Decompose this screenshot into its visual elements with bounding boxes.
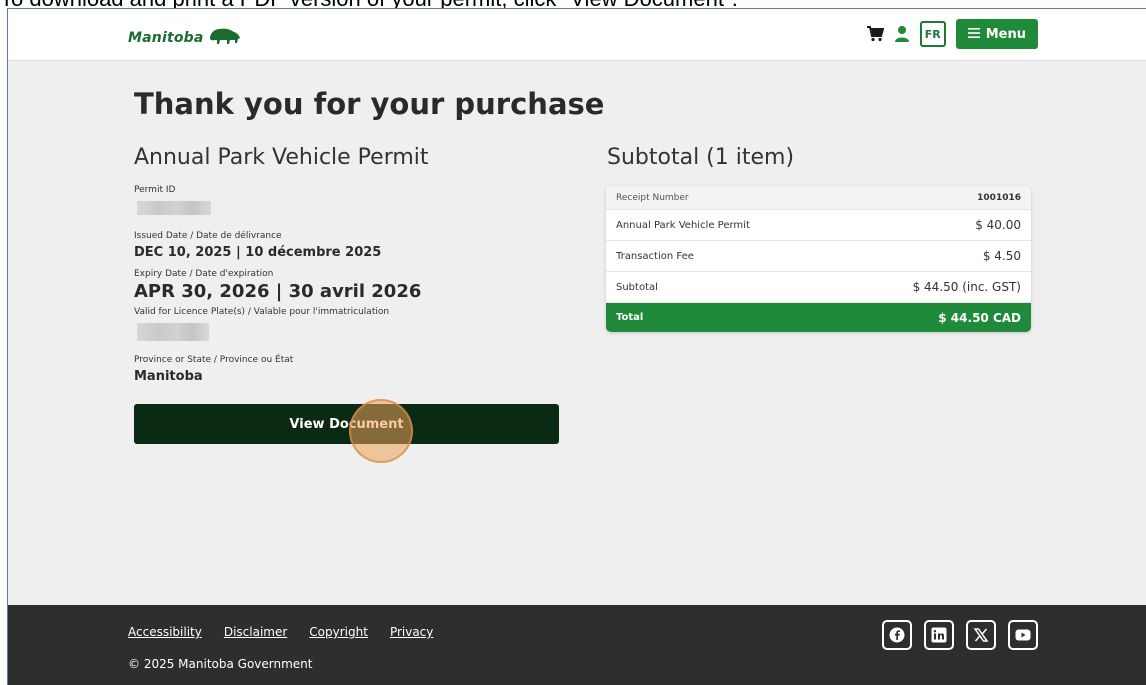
social-links [882, 620, 1038, 650]
copyright-text: © 2025 Manitoba Government [128, 657, 313, 671]
footer-link-privacy[interactable]: Privacy [390, 625, 433, 639]
receipt-number-label: Receipt Number [616, 192, 689, 203]
cart-icon[interactable] [866, 26, 884, 42]
receipt-row: Annual Park Vehicle Permit $ 40.00 [606, 210, 1031, 241]
licence-plate-redacted [137, 323, 209, 341]
receipt-row-label: Annual Park Vehicle Permit [616, 219, 750, 231]
manitoba-logo[interactable]: Manitoba [128, 27, 242, 49]
receipt-number-row: Receipt Number 1001016 [606, 186, 1031, 210]
facebook-icon[interactable] [882, 620, 912, 650]
youtube-icon[interactable] [1008, 620, 1038, 650]
permit-title: Annual Park Vehicle Permit [134, 145, 429, 170]
receipt-row-value: $ 44.50 (inc. GST) [912, 280, 1021, 294]
province-label: Province or State / Province ou État [134, 355, 294, 365]
menu-button[interactable]: Menu [955, 19, 1038, 49]
site-footer: Accessibility Disclaimer Copyright Priva… [8, 605, 1146, 685]
subtotal-title: Subtotal (1 item) [607, 145, 795, 170]
page-title: Thank you for your purchase [134, 87, 605, 121]
receipt-table: Receipt Number 1001016 Annual Park Vehic… [606, 186, 1031, 332]
issued-date-value: DEC 10, 2025 | 10 décembre 2025 [134, 245, 382, 260]
browser-frame: Manitoba FR Menu Thank you for your purc… [7, 8, 1146, 685]
language-toggle-button[interactable]: FR [919, 21, 946, 47]
footer-link-accessibility[interactable]: Accessibility [128, 625, 202, 639]
footer-links: Accessibility Disclaimer Copyright Priva… [128, 625, 433, 639]
receipt-row-label: Subtotal [616, 281, 658, 293]
permit-id-redacted [137, 201, 211, 215]
expiry-date-value: APR 30, 2026 | 30 avril 2026 [134, 281, 422, 302]
receipt-row-value: $ 40.00 [975, 218, 1021, 232]
receipt-total-label: Total [616, 312, 644, 323]
receipt-number-value: 1001016 [977, 192, 1021, 203]
permit-id-label: Permit ID [134, 185, 176, 195]
x-icon[interactable] [966, 620, 996, 650]
menu-label: Menu [985, 26, 1026, 42]
receipt-row: Transaction Fee $ 4.50 [606, 241, 1031, 272]
hamburger-icon [967, 27, 980, 42]
receipt-row-value: $ 4.50 [982, 249, 1021, 263]
receipt-row: Subtotal $ 44.50 (inc. GST) [606, 272, 1031, 303]
receipt-row-label: Transaction Fee [616, 250, 694, 262]
province-value: Manitoba [134, 369, 203, 384]
view-document-button[interactable]: View Document [134, 404, 559, 444]
footer-link-disclaimer[interactable]: Disclaimer [224, 625, 287, 639]
licence-plate-label: Valid for Licence Plate(s) / Valable pou… [134, 307, 390, 317]
logo-text: Manitoba [128, 30, 204, 46]
header-actions: FR Menu [866, 19, 1038, 49]
user-icon[interactable] [894, 25, 910, 43]
footer-link-copyright[interactable]: Copyright [309, 625, 368, 639]
bison-icon [208, 27, 242, 49]
issued-date-label: Issued Date / Date de délivrance [134, 231, 282, 241]
receipt-total-value: $ 44.50 CAD [938, 310, 1021, 325]
linkedin-icon[interactable] [924, 620, 954, 650]
site-header: Manitoba FR Menu [8, 9, 1146, 61]
receipt-total-row: Total $ 44.50 CAD [606, 303, 1031, 332]
expiry-date-label: Expiry Date / Date d'expiration [134, 269, 274, 279]
